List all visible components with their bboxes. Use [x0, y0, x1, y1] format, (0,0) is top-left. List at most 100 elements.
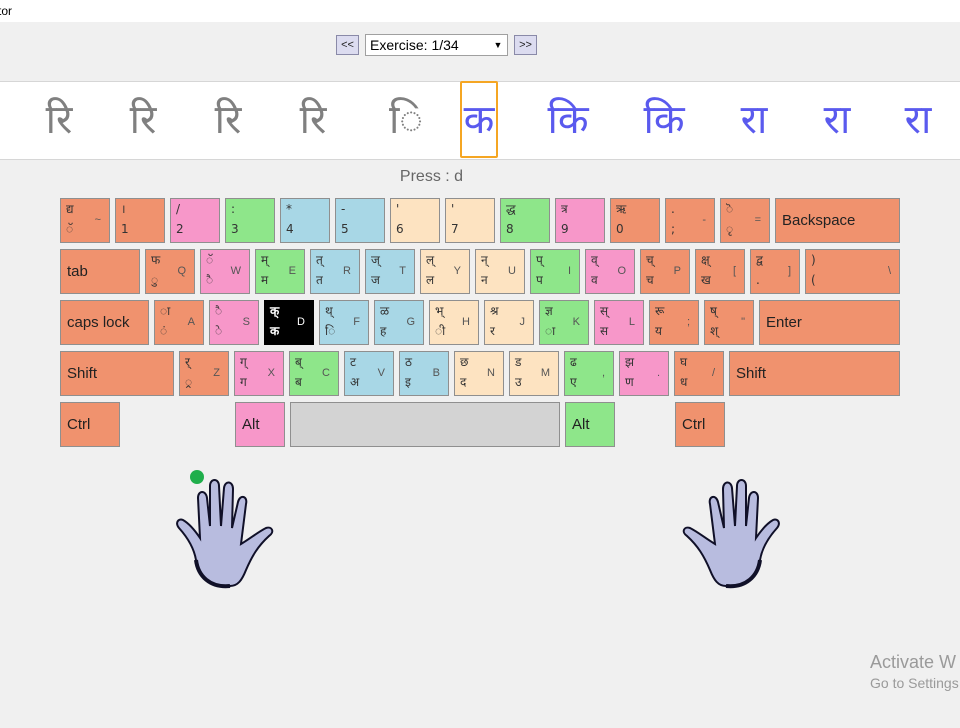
key-shift-glyph: : [231, 202, 236, 216]
key[interactable]: ैे S [209, 300, 259, 345]
key-latin-label: A [187, 316, 195, 328]
key[interactable]: त् त R [310, 249, 360, 294]
key-latin-label: U [508, 265, 516, 277]
key-enter[interactable]: Enter [759, 300, 900, 345]
key[interactable]: क्ष् ख [ [695, 249, 745, 294]
key-alt[interactable]: Alt [235, 402, 285, 447]
key[interactable]: ज्ञा K [539, 300, 589, 345]
key[interactable]: द्व.] [750, 249, 800, 294]
key-ctrl[interactable]: Ctrl [675, 402, 725, 447]
key-alt[interactable]: Alt [565, 402, 615, 447]
practice-glyph: रा [823, 97, 851, 143]
key[interactable]: प् प I [530, 249, 580, 294]
key-backspace[interactable]: Backspace [775, 198, 900, 243]
key[interactable]: स् स L [594, 300, 644, 345]
practice-glyph: रि [45, 97, 73, 143]
key[interactable]: ' 7 [445, 198, 495, 243]
practice-glyph: रि [299, 97, 327, 143]
key[interactable]: भ्ी H [429, 300, 479, 345]
key-space[interactable] [290, 402, 560, 447]
right-hand-icon [682, 479, 780, 589]
exercise-nav: << Exercise: 1/34 ▼ >> [0, 34, 960, 56]
watermark-line-1: Activate W [870, 652, 957, 672]
key[interactable]: झण. [619, 351, 669, 396]
key-label: Alt [242, 416, 260, 433]
key[interactable]: द्यॅ ~ [60, 198, 110, 243]
key[interactable]: टअ V [344, 351, 394, 396]
key-latin-label: T [399, 265, 406, 277]
prev-exercise-button[interactable]: << [336, 35, 359, 55]
key[interactable]: ऋ0 [610, 198, 660, 243]
key[interactable]: त्र 9 [555, 198, 605, 243]
key[interactable]: ' 6 [390, 198, 440, 243]
key-latin-label: F [353, 316, 360, 328]
key[interactable]: :3 [225, 198, 275, 243]
key[interactable]: ळह G [374, 300, 424, 345]
key[interactable]: न् न U [475, 249, 525, 294]
key[interactable]: * 4 [280, 198, 330, 243]
key[interactable]: द्ध 8 [500, 198, 550, 243]
key[interactable]: ) (\ [805, 249, 900, 294]
next-exercise-button[interactable]: >> [514, 35, 537, 55]
key[interactable]: फु Q [145, 249, 195, 294]
key[interactable]: र््र Z [179, 351, 229, 396]
key-base-glyph: स [600, 324, 609, 338]
key-shift-glyph: छ [460, 355, 469, 369]
key[interactable]: ॅै W [200, 249, 250, 294]
key-base-glyph: 5 [341, 222, 349, 236]
key[interactable]: व् व O [585, 249, 635, 294]
key-tab[interactable]: tab [60, 249, 140, 294]
key-shift-glyph: झ [625, 355, 635, 369]
key[interactable]: म् म E [255, 249, 305, 294]
key[interactable]: ठइ B [399, 351, 449, 396]
key[interactable]: रू य; [649, 300, 699, 345]
practice-glyph: कि [643, 97, 685, 143]
key[interactable]: डउ M [509, 351, 559, 396]
dropdown-arrow-icon[interactable]: ▼ [491, 35, 505, 55]
key-base-glyph: 0 [616, 222, 624, 236]
key-base-glyph: क [270, 324, 280, 338]
key[interactable]: ल् ल Y [420, 249, 470, 294]
key[interactable]: /2 [170, 198, 220, 243]
title-bar: tor [0, 0, 960, 22]
key-base-glyph: ा [545, 324, 556, 338]
watermark-line-2: Go to Settings [870, 675, 959, 691]
key[interactable]: .; - [665, 198, 715, 243]
key-latin-label: ] [787, 265, 791, 277]
key-base-glyph: त [316, 273, 323, 287]
key-shift-glyph: ब् [295, 355, 302, 369]
key-base-glyph: 1 [121, 222, 129, 236]
key-shift-glyph: ळ [380, 304, 390, 318]
key[interactable]: च् च P [640, 249, 690, 294]
key-shift[interactable]: Shift [60, 351, 174, 396]
key-shift[interactable]: Shift [729, 351, 900, 396]
key-caps-lock[interactable]: caps lock [60, 300, 149, 345]
key[interactable]: ॆृ = [720, 198, 770, 243]
key-latin-label: - [702, 214, 706, 226]
key-highlighted[interactable]: क् क D [264, 300, 314, 345]
key[interactable]: घ ध / [674, 351, 724, 396]
key[interactable]: -5 [335, 198, 385, 243]
key-shift-glyph: . [671, 202, 675, 216]
key[interactable]: ां A [154, 300, 204, 345]
key[interactable]: । 1 [115, 198, 165, 243]
key-base-glyph: ध [680, 375, 688, 389]
key[interactable]: ज् ज T [365, 249, 415, 294]
key-base-glyph: ( [811, 273, 816, 287]
key-latin-label: B [432, 367, 440, 379]
exercise-select-value: Exercise: 1/34 [370, 37, 459, 53]
key-ctrl[interactable]: Ctrl [60, 402, 120, 447]
key[interactable]: ढए, [564, 351, 614, 396]
key[interactable]: ष् श् " [704, 300, 754, 345]
key-shift-glyph: भ् [435, 304, 444, 318]
key[interactable]: ब् ब C [289, 351, 339, 396]
key[interactable]: ग् ग X [234, 351, 284, 396]
key[interactable]: थ्ि F [319, 300, 369, 345]
key[interactable]: छद N [454, 351, 504, 396]
practice-text-strip: रि रि रि रिि क कि कि रा रा रा [0, 81, 960, 160]
key[interactable]: श्र र J [484, 300, 534, 345]
key-shift-glyph: ट [350, 355, 357, 369]
practice-glyph: कि [547, 97, 589, 143]
key-shift-glyph: थ् [325, 304, 333, 318]
exercise-select[interactable]: Exercise: 1/34 ▼ [365, 34, 508, 56]
